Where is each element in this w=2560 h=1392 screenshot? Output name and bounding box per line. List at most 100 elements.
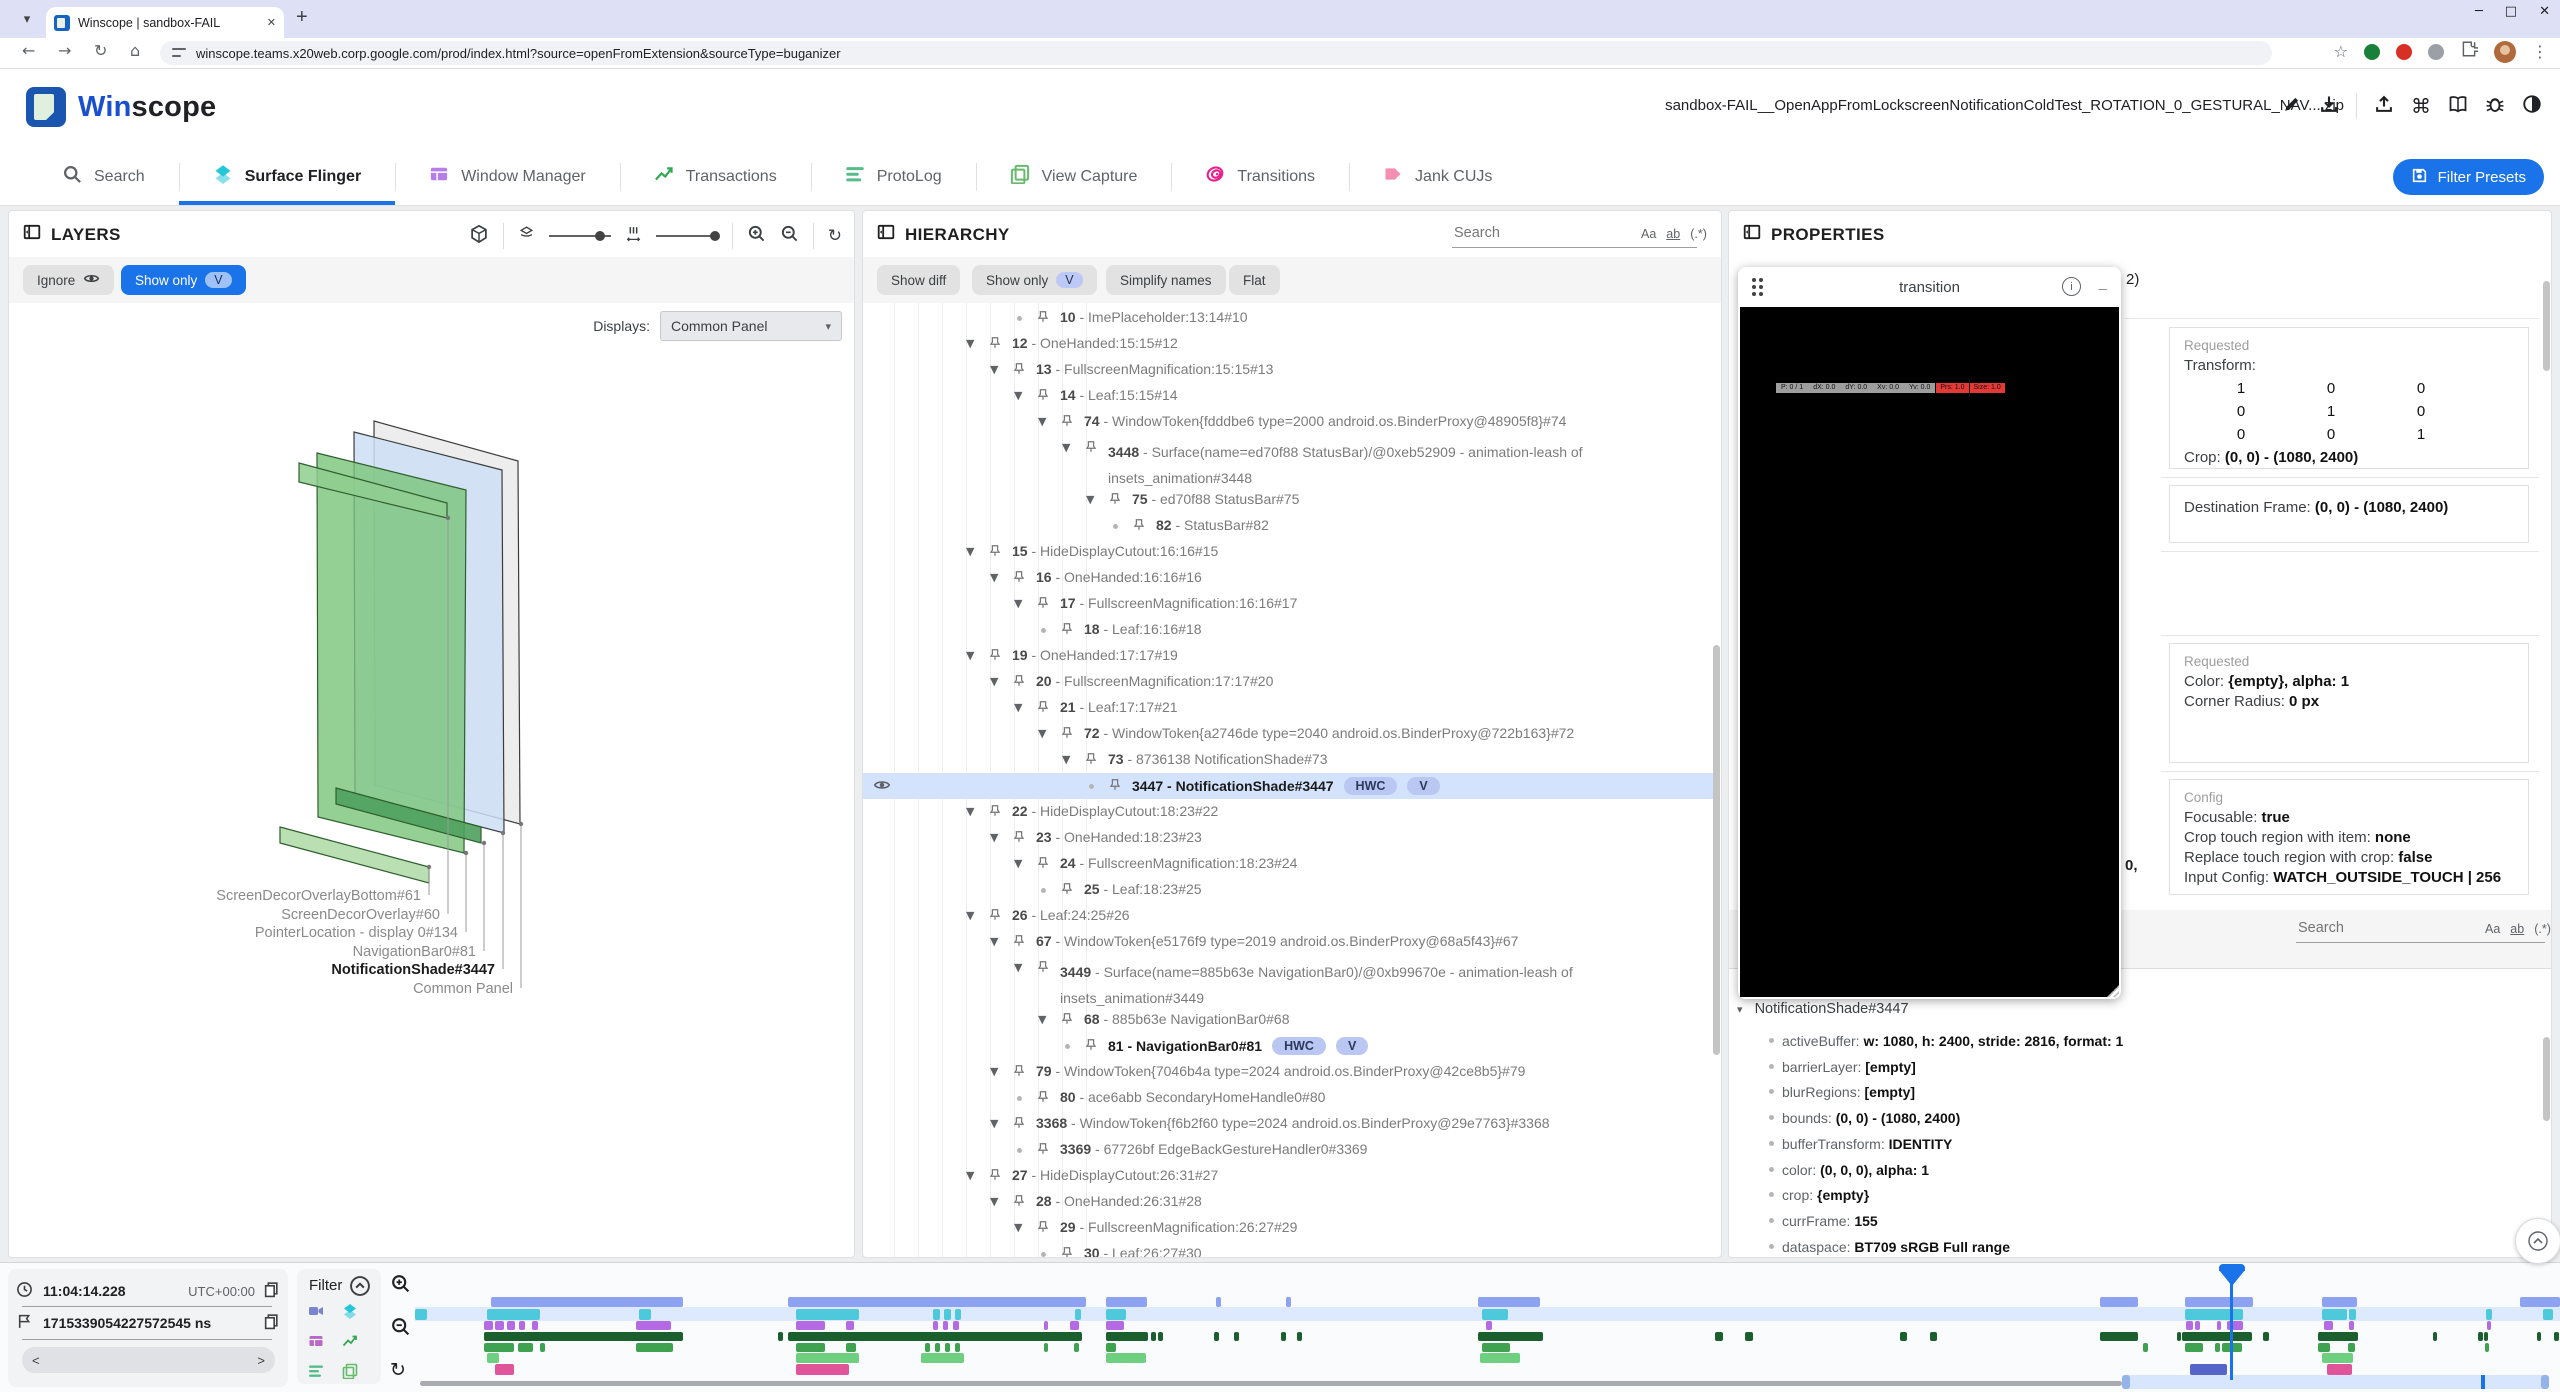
rotation-slider[interactable] bbox=[549, 235, 611, 237]
timeline-segment[interactable] bbox=[1214, 1332, 1219, 1341]
timeline-segment[interactable] bbox=[2100, 1297, 2138, 1307]
timeline-segment[interactable] bbox=[519, 1321, 525, 1330]
tree-row[interactable]: 80 - ace6abb SecondaryHomeHandle0#80 bbox=[863, 1085, 1713, 1111]
selection-property-row[interactable]: crop: {empty} bbox=[1769, 1187, 1869, 1203]
tab-jank-cujs[interactable]: Jank CUJs bbox=[1349, 148, 1526, 205]
selection-property-row[interactable]: color: (0, 0, 0), alpha: 1 bbox=[1769, 1162, 1929, 1178]
timeline-segment[interactable] bbox=[1297, 1332, 1302, 1341]
expand-arrow-icon[interactable]: ▼ bbox=[990, 1117, 998, 1130]
ignore-chip[interactable]: Ignore bbox=[23, 265, 114, 295]
expand-arrow-icon[interactable]: ▼ bbox=[1014, 857, 1022, 870]
browser-menu-icon[interactable]: ⋮ bbox=[2532, 42, 2548, 61]
expand-arrow-icon[interactable]: ▼ bbox=[966, 337, 974, 350]
show-diff-chip[interactable]: Show diff bbox=[877, 265, 960, 295]
simplify-names-chip[interactable]: Simplify names bbox=[1106, 265, 1226, 295]
timeline-cursor-line[interactable] bbox=[2230, 1270, 2233, 1380]
tree-row[interactable]: ▼3449 - Surface(name=885b63e NavigationB… bbox=[863, 955, 1713, 1007]
pin-icon[interactable] bbox=[1036, 310, 1050, 327]
expand-arrow-icon[interactable]: ▼ bbox=[966, 545, 974, 558]
timeline-segment[interactable] bbox=[2322, 1353, 2353, 1363]
minimize-overlay-icon[interactable]: _ bbox=[2099, 275, 2107, 292]
tree-row[interactable]: ▼28 - OneHanded:26:31#28 bbox=[863, 1189, 1713, 1215]
pin-icon[interactable] bbox=[988, 336, 1002, 353]
pin-icon[interactable] bbox=[1060, 622, 1074, 639]
reset-view-icon[interactable]: ↻ bbox=[828, 226, 842, 246]
properties-search-input[interactable] bbox=[2296, 920, 2485, 942]
timeline-segment[interactable] bbox=[1216, 1297, 1221, 1307]
tree-row[interactable]: ▼3368 - WindowToken{f6b2f60 type=2024 an… bbox=[863, 1111, 1713, 1137]
timeline-segment[interactable] bbox=[540, 1343, 545, 1352]
timeline-segment[interactable] bbox=[2349, 1309, 2356, 1320]
selection-property-row[interactable]: blurRegions: [empty] bbox=[1769, 1084, 1915, 1100]
expand-arrow-icon[interactable]: ▼ bbox=[990, 571, 998, 584]
pin-icon[interactable] bbox=[1012, 830, 1026, 847]
timeline-segment[interactable] bbox=[945, 1343, 950, 1352]
tab-window-manager[interactable]: Window Manager bbox=[395, 148, 620, 205]
tab-close-icon[interactable]: ✕ bbox=[267, 16, 276, 29]
pin-icon[interactable] bbox=[1012, 362, 1026, 379]
expand-arrow-icon[interactable]: ▼ bbox=[1038, 727, 1046, 740]
regex-icon[interactable]: (.*) bbox=[1690, 227, 1707, 241]
layers-3d-view[interactable] bbox=[9, 303, 855, 1258]
match-word-icon[interactable]: ab bbox=[1666, 227, 1680, 241]
regex-icon[interactable]: (.*) bbox=[2534, 922, 2551, 936]
tree-row[interactable]: 82 - StatusBar#82 bbox=[863, 513, 1713, 539]
timeline-segment[interactable] bbox=[1486, 1321, 1492, 1330]
timeline-segment[interactable] bbox=[2185, 1343, 2203, 1352]
timeline-segment[interactable] bbox=[518, 1343, 533, 1352]
selection-root-row[interactable]: ▾ NotificationShade#3447 bbox=[1737, 1001, 1909, 1017]
tree-row[interactable]: 3447 - NotificationShade#3447HWCV bbox=[863, 773, 1713, 799]
download-icon[interactable] bbox=[2319, 94, 2339, 119]
nanoseconds-value[interactable]: 1715339054227572545 ns bbox=[43, 1315, 211, 1331]
timeline-segment[interactable] bbox=[1106, 1343, 1116, 1352]
flat-chip[interactable]: Flat bbox=[1229, 265, 1280, 295]
filter-presets-button[interactable]: Filter Presets bbox=[2393, 159, 2544, 195]
chart-filter-icon[interactable] bbox=[342, 1333, 358, 1354]
pin-icon[interactable] bbox=[1108, 492, 1122, 509]
timeline-segment[interactable] bbox=[495, 1364, 514, 1375]
timeline-segment[interactable] bbox=[1044, 1321, 1048, 1330]
tree-row[interactable]: ▼13 - FullscreenMagnification:15:15#13 bbox=[863, 357, 1713, 383]
timeline-segment[interactable] bbox=[953, 1321, 959, 1330]
extension-icon-green[interactable] bbox=[2364, 44, 2380, 60]
expand-arrow-icon[interactable]: ▼ bbox=[1062, 441, 1070, 454]
timeline-segment[interactable] bbox=[1482, 1309, 1508, 1320]
timeline-segment[interactable] bbox=[2185, 1297, 2253, 1307]
layer-label[interactable]: Common Panel bbox=[413, 981, 513, 997]
timeline-segment[interactable] bbox=[2324, 1321, 2333, 1330]
timeline-segment[interactable] bbox=[1044, 1343, 1048, 1352]
selection-property-row[interactable]: bufferTransform: IDENTITY bbox=[1769, 1136, 1952, 1152]
pin-icon[interactable] bbox=[1012, 674, 1026, 691]
timeline-segment[interactable] bbox=[2486, 1309, 2492, 1320]
match-case-icon[interactable]: Aa bbox=[1641, 227, 1656, 241]
pin-icon[interactable] bbox=[988, 804, 1002, 821]
timeline-segment[interactable] bbox=[2322, 1309, 2347, 1320]
pin-icon[interactable] bbox=[1036, 1220, 1050, 1237]
timeline-segment[interactable] bbox=[1106, 1332, 1148, 1341]
timeline-segment[interactable] bbox=[1106, 1297, 1147, 1307]
timeline-segment[interactable] bbox=[2318, 1332, 2358, 1341]
frame-step-control[interactable]: < > bbox=[22, 1347, 275, 1373]
timeline-segment[interactable] bbox=[2349, 1321, 2354, 1330]
previous-frame-icon[interactable]: < bbox=[32, 1353, 40, 1368]
tree-row[interactable]: 3369 - 67726bf EdgeBackGestureHandler0#3… bbox=[863, 1137, 1713, 1163]
overlay-resize-handle[interactable] bbox=[2107, 985, 2119, 997]
lines-filter-icon[interactable] bbox=[308, 1363, 324, 1384]
edit-icon[interactable] bbox=[2282, 94, 2302, 119]
timeline-segment[interactable] bbox=[955, 1343, 960, 1352]
timeline-segment[interactable] bbox=[1075, 1309, 1081, 1320]
timeline-segment[interactable] bbox=[2537, 1332, 2541, 1341]
tree-row[interactable]: 18 - Leaf:16:16#18 bbox=[863, 617, 1713, 643]
url-bar[interactable]: winscope.teams.x20web.corp.google.com/pr… bbox=[160, 41, 2272, 65]
timeline-segment[interactable] bbox=[532, 1321, 538, 1330]
tree-row[interactable]: 10 - ImePlaceholder:13:14#10 bbox=[863, 305, 1713, 331]
pin-icon[interactable] bbox=[988, 648, 1002, 665]
tab-surface-flinger[interactable]: Surface Flinger bbox=[179, 148, 395, 205]
layer-label[interactable]: ScreenDecorOverlay#60 bbox=[281, 907, 440, 923]
timeline-segment[interactable] bbox=[1745, 1332, 1753, 1341]
forward-icon[interactable]: → bbox=[58, 41, 71, 60]
timeline-segment[interactable] bbox=[2215, 1343, 2220, 1352]
pin-icon[interactable] bbox=[1060, 414, 1074, 431]
bookmark-star-icon[interactable]: ☆ bbox=[2334, 42, 2348, 61]
extension-icon-gray[interactable] bbox=[2428, 44, 2444, 60]
